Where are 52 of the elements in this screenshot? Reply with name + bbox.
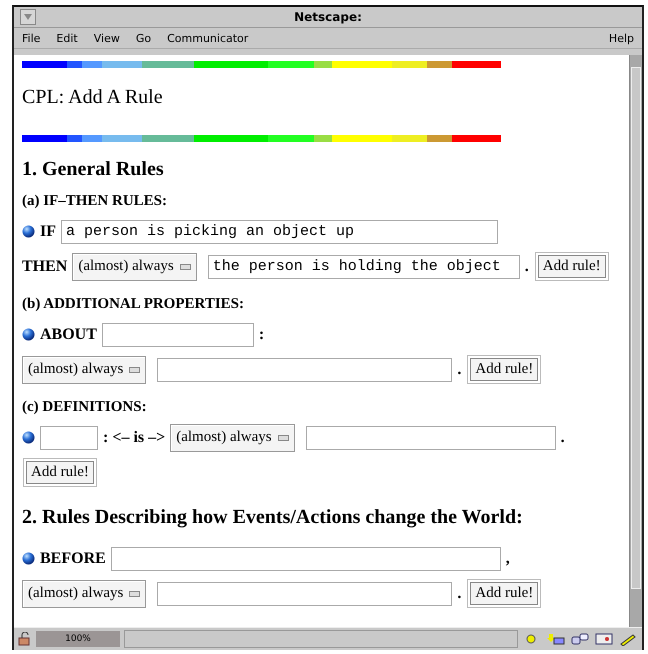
- inbox-icon[interactable]: [546, 632, 566, 646]
- punctuation: .: [524, 258, 529, 276]
- text-field[interactable]: [157, 358, 452, 382]
- window-menu-button[interactable]: [20, 9, 36, 25]
- field-label: ABOUT: [40, 326, 97, 344]
- frequency-dropdown[interactable]: (almost) always: [170, 424, 295, 452]
- menu-item[interactable]: Help: [608, 32, 634, 44]
- menu-item[interactable]: Go: [136, 32, 152, 44]
- section-heading: 2. Rules Describing how Events/Actions change the World:: [22, 506, 524, 529]
- subsection-heading: (c) DEFINITIONS:: [22, 399, 148, 416]
- menu-item[interactable]: View: [94, 32, 120, 44]
- field-label: BEFORE: [40, 550, 106, 568]
- dropdown-indicator-icon: [180, 264, 191, 270]
- dropdown-indicator-icon: [278, 434, 289, 440]
- subsection-heading: (b) ADDITIONAL PROPERTIES:: [22, 296, 246, 313]
- text-field[interactable]: [102, 322, 254, 346]
- zoom-level: 100%: [36, 631, 120, 647]
- text-field[interactable]: [157, 582, 452, 606]
- field-label: THEN: [22, 258, 68, 276]
- field-label: IF: [40, 222, 56, 240]
- punctuation: .: [457, 360, 462, 378]
- punctuation: ,: [506, 550, 510, 568]
- add-rule-button[interactable]: Add rule!: [538, 255, 606, 278]
- text-field[interactable]: the person is holding the object: [208, 254, 520, 278]
- punctuation: .: [457, 584, 462, 602]
- menu-item[interactable]: Edit: [56, 32, 78, 44]
- frequency-dropdown[interactable]: (almost) always: [22, 580, 146, 608]
- triangle-icon: [24, 14, 32, 20]
- text-field[interactable]: [110, 546, 501, 570]
- text-field[interactable]: [306, 426, 556, 450]
- menu-item[interactable]: File: [22, 32, 40, 44]
- field-label: : <– is –>: [103, 428, 166, 446]
- punctuation: :: [258, 326, 264, 344]
- text-field[interactable]: a person is picking an object up: [61, 220, 498, 244]
- card-icon[interactable]: [594, 632, 614, 646]
- window-title: Netscape:: [293, 10, 363, 24]
- subsection-heading: (a) IF–THEN RULES:: [22, 193, 168, 210]
- pen-icon[interactable]: [618, 632, 638, 646]
- add-rule-button[interactable]: Add rule!: [470, 582, 538, 605]
- text-field[interactable]: [40, 426, 98, 450]
- dropdown-indicator-icon: [129, 590, 140, 596]
- chat-icon[interactable]: [570, 632, 590, 646]
- add-rule-button[interactable]: Add rule!: [26, 461, 94, 484]
- frequency-dropdown[interactable]: (almost) always: [72, 252, 197, 280]
- section-heading: 1. General Rules: [22, 158, 165, 181]
- lock-icon: [18, 632, 32, 646]
- add-rule-button[interactable]: Add rule!: [470, 358, 538, 381]
- punctuation: .: [560, 428, 565, 446]
- frequency-dropdown[interactable]: (almost) always: [22, 356, 146, 384]
- dropdown-indicator-icon: [129, 366, 140, 372]
- menu-item[interactable]: Communicator: [167, 32, 248, 44]
- page-title: CPL: Add A Rule: [22, 86, 164, 109]
